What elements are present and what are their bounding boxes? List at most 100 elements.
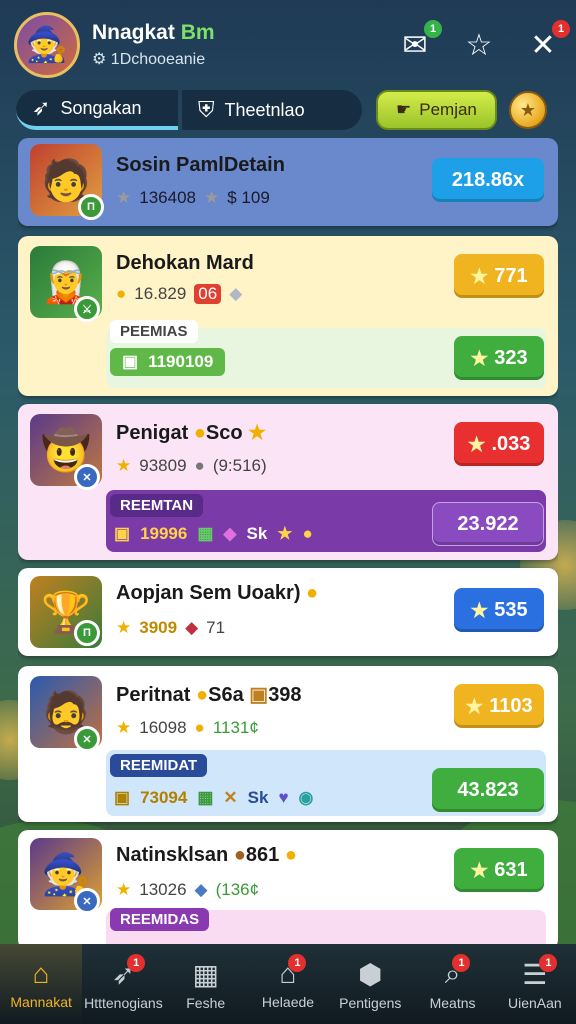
cash-icon: ▦	[197, 788, 214, 807]
tab-songakan[interactable]: ➶ Songakan	[16, 90, 178, 130]
score-pill[interactable]: ★ 771	[454, 254, 544, 298]
level-badge: ⚔	[74, 296, 100, 322]
close-badge: 1	[552, 20, 570, 38]
star-icon: ★	[470, 347, 489, 370]
item-title: Sosin PamlDetain	[116, 154, 285, 176]
gem-icon: ◆	[223, 524, 237, 543]
coin-icon: ●	[196, 684, 209, 706]
reward-tag: REEMTAN	[110, 494, 204, 517]
level-badge: ✕	[74, 888, 100, 914]
reward-value: ▣ 19996 ▦ ◆ Sk ★ ●	[114, 524, 313, 543]
item-stats: ★ 16098 ● 1131¢	[116, 718, 259, 737]
coin-icon: ●	[194, 718, 205, 737]
rock-icon: ●	[194, 456, 205, 475]
cash-icon: ▦	[197, 524, 214, 543]
list-item[interactable]: 🧑 Π Sosin PamlDetain ★ 136408 ★ $ 109 218.…	[18, 138, 558, 226]
star-icon: ★	[116, 718, 132, 737]
item-title: Dehokan Mard	[116, 252, 254, 274]
score-pill[interactable]: ★ 535	[454, 588, 544, 632]
nav-helaede[interactable]: ⌂ 1 Helaede	[247, 944, 329, 1024]
search-icon: ⌕ 1	[445, 953, 471, 991]
hand-icon: ☛	[396, 100, 412, 119]
star-icon: ★	[116, 188, 132, 207]
star-icon: ★	[465, 695, 484, 718]
nav-uienaan[interactable]: ☰ 1 UienAan	[494, 944, 576, 1024]
chest-icon: ▣	[249, 684, 269, 706]
home-icon: ⌂	[32, 958, 50, 989]
mail-badge: 1	[424, 20, 442, 38]
star-icon: ★	[248, 422, 267, 444]
house-icon: ⌂ 1	[280, 954, 307, 990]
item-stats: ● 16.829 06 ◆	[116, 284, 243, 304]
swords-icon: ✕	[223, 788, 238, 807]
item-stats: ★ 3909 ◆ 71	[116, 618, 226, 637]
player-avatar[interactable]: 🧙	[14, 12, 80, 78]
rocket-icon: ➶	[32, 95, 51, 120]
reward-tag: REEMIDAT	[110, 754, 208, 777]
star-icon: ★	[467, 433, 486, 456]
profile-header: 🧙 Nnagkat Bm ⚙ 1Dchooeanie ✉ 1 ☆ ✕ 1	[0, 0, 576, 90]
star-icon: ★	[277, 524, 293, 543]
tab-theetnlao[interactable]: ⛨ Theetnlao	[182, 90, 362, 130]
list-item[interactable]: 🧔 ✕ Peritnat ●S6a ▣398 ★ 16098 ● 1131¢ ★ 11…	[18, 666, 558, 822]
coin-icon: ●	[193, 422, 206, 444]
star-outline-icon[interactable]: ☆	[460, 26, 498, 64]
calendar-icon: ▦	[192, 958, 219, 990]
top-tabs: ➶ Songakan ⛨ Theetnlao ☛ Pemjan ★	[16, 88, 560, 132]
score-pill[interactable]: ★ 631	[454, 848, 544, 892]
player-name: Nnagkat Bm	[92, 21, 215, 44]
level-badge: Π	[78, 194, 104, 220]
reward-pill[interactable]: 23.922	[432, 502, 544, 546]
leaderboard-list: 🧑 Π Sosin PamlDetain ★ 136408 ★ $ 109 218.…	[18, 138, 558, 944]
list-item[interactable]: 🤠 ✕ Penigat ●Sco ★ ★ 93809 ● (9:516) ★ .033…	[18, 404, 558, 560]
pouch-icon: ◆	[194, 880, 208, 899]
reward-pill[interactable]: ★ 323	[454, 336, 544, 380]
level-badge: ✕	[74, 726, 100, 752]
star-icon: ★	[470, 265, 489, 288]
item-title: Peritnat ●S6a ▣398	[116, 684, 302, 706]
score-pill[interactable]: 218.86x	[432, 158, 544, 202]
reward-tag: REEMIDAS	[110, 908, 210, 931]
reward-pill[interactable]: 43.823	[432, 768, 544, 812]
coin-icon: ●	[302, 524, 313, 543]
score-pill[interactable]: ★ .033	[454, 422, 544, 466]
score-pill[interactable]: ★ 1103	[454, 684, 544, 728]
list-item[interactable]: 🧝 ⚔ Dehokan Mard ● 16.829 06 ◆ ★ 771 PEEMI…	[18, 236, 558, 396]
star-icon: ★	[116, 880, 132, 899]
coin-icon[interactable]: ★	[508, 91, 547, 129]
nav-mannakat[interactable]: ⌂ Mannakat	[0, 944, 83, 1024]
pemjan-button[interactable]: ☛ Pemjan	[376, 90, 497, 130]
star-icon: ★	[116, 456, 132, 475]
cookie-icon: ●	[233, 844, 246, 866]
star-icon: ★	[203, 188, 220, 207]
nav-meatns[interactable]: ⌕ 1 Meatns	[411, 944, 493, 1024]
shield-icon: ⛨	[198, 97, 215, 122]
star-icon: ★	[470, 859, 489, 882]
list-item[interactable]: 🧙 ✕ Natinsklsan ●861 ● ★ 13026 ◆ (136¢ ★ 63…	[18, 830, 558, 944]
item-title: Aopjan Sem Uoakr) ●	[116, 582, 319, 604]
star-icon: ★	[470, 599, 489, 622]
reward-value: ▣ 1190109	[110, 348, 226, 376]
mail-icon[interactable]: ✉ 1	[396, 20, 442, 64]
chest-icon: ▣	[114, 524, 131, 543]
rocket-icon: ➶ 1	[112, 953, 146, 991]
item-title: Penigat ●Sco ★	[116, 422, 267, 444]
nav-pentigens[interactable]: ⬢ Pentigens	[329, 944, 411, 1024]
gem-icon: ◆	[185, 618, 199, 637]
star-icon: ★	[116, 618, 132, 637]
level-badge: Π	[74, 620, 100, 646]
gem-icon: 06	[194, 284, 222, 304]
nav-feshe[interactable]: ▦ Feshe	[165, 944, 247, 1024]
coin-icon: ●	[284, 844, 297, 866]
item-title: Natinsklsan ●861 ●	[116, 844, 297, 866]
player-info: Nnagkat Bm ⚙ 1Dchooeanie	[92, 21, 215, 69]
menu-icon: ☰ 1	[522, 953, 558, 991]
reward-tag: PEEMIAS	[110, 320, 198, 343]
close-icon[interactable]: ✕ 1	[524, 20, 570, 64]
chest-icon: ▣	[122, 352, 139, 371]
heart-icon: ♥	[278, 788, 289, 807]
level-badge: ✕	[74, 464, 100, 490]
bottom-navigation: ⌂ Mannakat ➶ 1 Htttenogians ▦ Feshe ⌂ 1 Helaed…	[0, 944, 576, 1024]
list-item[interactable]: 🏆 Π Aopjan Sem Uoakr) ● ★ 3909 ◆ 71 ★ 535	[18, 568, 558, 656]
nav-htttenogians[interactable]: ➶ 1 Htttenogians	[82, 944, 164, 1024]
